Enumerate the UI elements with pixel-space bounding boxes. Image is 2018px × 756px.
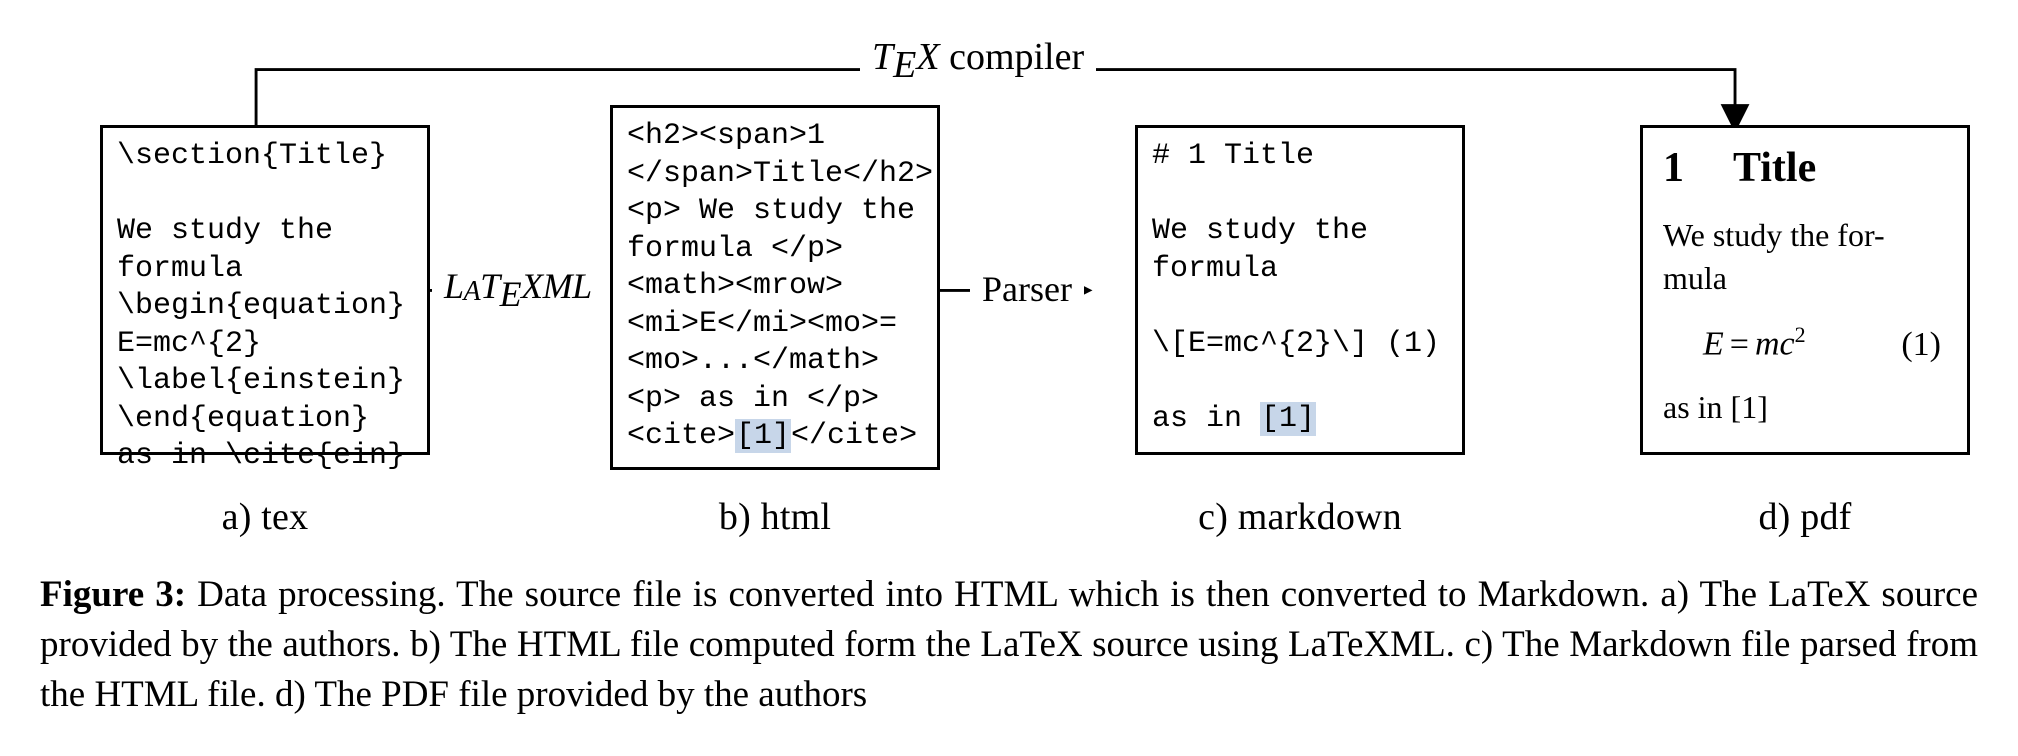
markdown-output-content: # 1 Title We study the formula \[E=mc^{2…	[1152, 138, 1448, 438]
box-tex-source: \section{Title} We study the formula \be…	[100, 125, 430, 455]
label-html: b) html	[610, 495, 940, 539]
figure-label: Figure 3:	[40, 574, 186, 615]
pdf-eq-sup: 2	[1795, 322, 1806, 347]
figure-caption: Figure 3: Data processing. The source fi…	[40, 570, 1978, 720]
pdf-eq-lhs: E	[1703, 326, 1724, 363]
figure-container: LATEXML Parser TEX compiler \section{Tit…	[0, 0, 2018, 756]
pdf-title: 1Title	[1663, 144, 1947, 192]
html-output-content: <h2><span>1 </span>Title</h2> <p> We stu…	[627, 118, 923, 456]
pdf-title-number: 1	[1663, 144, 1733, 192]
arrow-label-tex-compiler: TEX compiler	[860, 35, 1096, 79]
pdf-tail-text: as in [1]	[1663, 386, 1947, 429]
tex-source-content: \section{Title} We study the formula \be…	[117, 138, 413, 476]
box-markdown-output: # 1 Title We study the formula \[E=mc^{2…	[1135, 125, 1465, 455]
pdf-equation: E=mc2 (1)	[1663, 322, 1947, 363]
label-markdown: c) markdown	[1135, 495, 1465, 539]
box-pdf-render: 1Title We study the for-​mula E=mc2 (1) …	[1640, 125, 1970, 455]
arrow-label-parser: Parser	[970, 268, 1084, 310]
pdf-eq-op: =	[1724, 326, 1755, 363]
pdf-eq-rhs: mc	[1755, 326, 1795, 363]
box-html-output: <h2><span>1 </span>Title</h2> <p> We stu…	[610, 105, 940, 470]
label-tex: a) tex	[100, 495, 430, 539]
pdf-body-text: We study the for-​mula	[1663, 214, 1947, 300]
label-pdf: d) pdf	[1640, 495, 1970, 539]
pdf-title-text: Title	[1733, 145, 1816, 191]
figure-caption-text: Data processing. The source file is conv…	[40, 574, 1978, 715]
pipeline-diagram: LATEXML Parser TEX compiler \section{Tit…	[40, 20, 1978, 580]
pdf-eq-number: (1)	[1901, 326, 1941, 364]
arrow-label-latexml: LATEXML	[432, 265, 604, 308]
